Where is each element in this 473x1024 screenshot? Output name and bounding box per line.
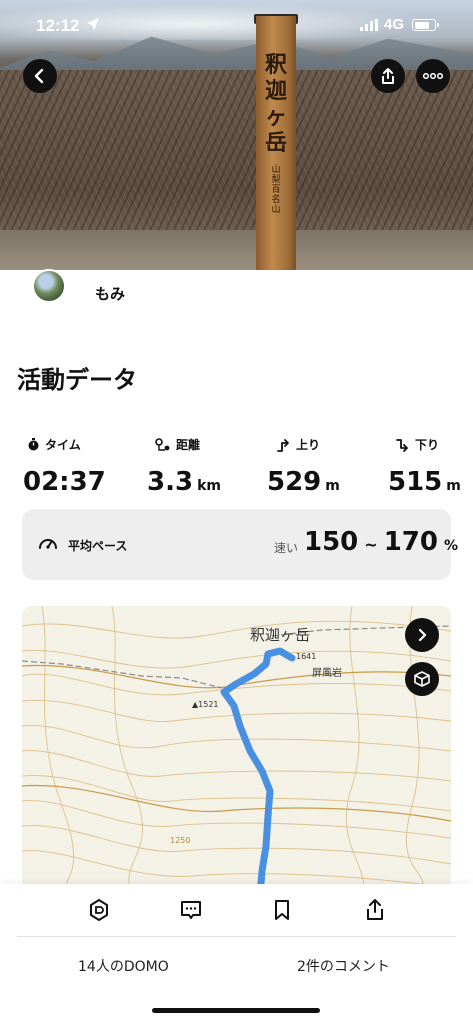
map-3d-button[interactable] (405, 662, 439, 696)
location-arrow-icon (87, 18, 99, 30)
stat-distance-label: 距離 (155, 436, 265, 453)
route-map[interactable]: 釈迦ヶ岳 1641 屏風岩 ▲1521 1250 (22, 606, 451, 896)
section-title: 活動データ (17, 366, 137, 394)
stat-time: タイム 02:37 (23, 436, 137, 497)
map-peak-name: 釈迦ヶ岳 (250, 626, 311, 644)
signpost-subtext: 山梨百名山 (271, 165, 281, 215)
stat-time-label: タイム (27, 436, 137, 453)
stat-number: 515 (388, 467, 443, 497)
more-options-button[interactable] (416, 59, 450, 93)
map-point-elevation: ▲1521 (192, 700, 219, 709)
stat-value: 515 m (388, 467, 473, 497)
domo-count-link[interactable]: 14人のDOMO (78, 956, 169, 976)
stat-ascent-label: 上り (277, 436, 387, 453)
route-pin-icon (155, 437, 170, 451)
stat-label-text: 距離 (176, 438, 201, 452)
pace-label: 平均ペース (68, 539, 128, 553)
stat-distance: 距離 3.3 km (147, 436, 265, 497)
average-pace-card[interactable]: 平均ペース 速い 150 ~170% (22, 509, 458, 580)
map-expand-button[interactable] (405, 618, 439, 652)
comment-icon[interactable] (179, 898, 203, 922)
topo-map (22, 606, 451, 896)
stat-ascent: 上り 529 m (267, 436, 387, 497)
domo-icon[interactable] (87, 898, 111, 922)
battery-level (414, 21, 429, 29)
stat-value: 3.3 km (147, 467, 265, 497)
stat-descent-label: 下り (396, 436, 473, 453)
status-bar: 12:12 4G (0, 0, 473, 54)
stopwatch-icon (28, 438, 39, 451)
pace-qualifier: 速い (274, 541, 299, 555)
battery-icon (412, 19, 439, 31)
cube-icon (414, 671, 430, 687)
stat-unit: m (325, 478, 340, 494)
map-peak-elevation: 1641 (296, 652, 317, 661)
comment-count-link[interactable]: 2件のコメント (297, 956, 390, 976)
divider (17, 936, 456, 937)
stat-unit: km (197, 478, 221, 494)
stat-descent: 下り 515 m (388, 436, 473, 497)
ground (0, 230, 473, 270)
network-type: 4G (384, 16, 405, 33)
stat-value: 529 m (267, 467, 387, 497)
pace-unit: % (443, 538, 458, 554)
bookmark-icon[interactable] (270, 898, 294, 922)
stat-label-text: タイム (45, 438, 81, 452)
avatar[interactable] (32, 269, 66, 303)
status-time: 12:12 (36, 16, 80, 35)
share-icon (382, 68, 394, 84)
bottom-action-bar: 14人のDOMO 2件のコメント (0, 884, 473, 1024)
back-button[interactable] (23, 59, 57, 93)
map-contour-label: 1250 (170, 836, 191, 845)
signpost-text: 釈迦ヶ岳 (264, 52, 287, 156)
username[interactable]: もみ (95, 283, 125, 304)
pace-range: 150 ~170% (304, 527, 458, 557)
descent-arrow-icon (396, 438, 408, 452)
chevron-right-icon (418, 628, 427, 642)
more-dots-icon (423, 73, 443, 79)
stat-number: 02:37 (23, 467, 106, 497)
ascent-arrow-icon (277, 438, 289, 452)
share-button[interactable] (371, 59, 405, 93)
home-indicator (152, 1008, 320, 1013)
share-icon[interactable] (363, 898, 387, 922)
pace-separator: ~ (364, 535, 378, 554)
stat-unit: m (446, 478, 461, 494)
pace-high: 170 (383, 527, 438, 557)
stat-number: 3.3 (147, 467, 194, 497)
map-rock-name: 屏風岩 (312, 668, 342, 679)
stat-label-text: 上り (296, 438, 321, 452)
cellular-signal-icon (360, 19, 378, 31)
pace-low: 150 (304, 527, 359, 557)
stat-number: 529 (267, 467, 322, 497)
speedometer-icon (39, 539, 57, 549)
stat-label-text: 下り (415, 438, 440, 452)
stat-value: 02:37 (23, 467, 137, 497)
chevron-left-icon (34, 68, 44, 84)
